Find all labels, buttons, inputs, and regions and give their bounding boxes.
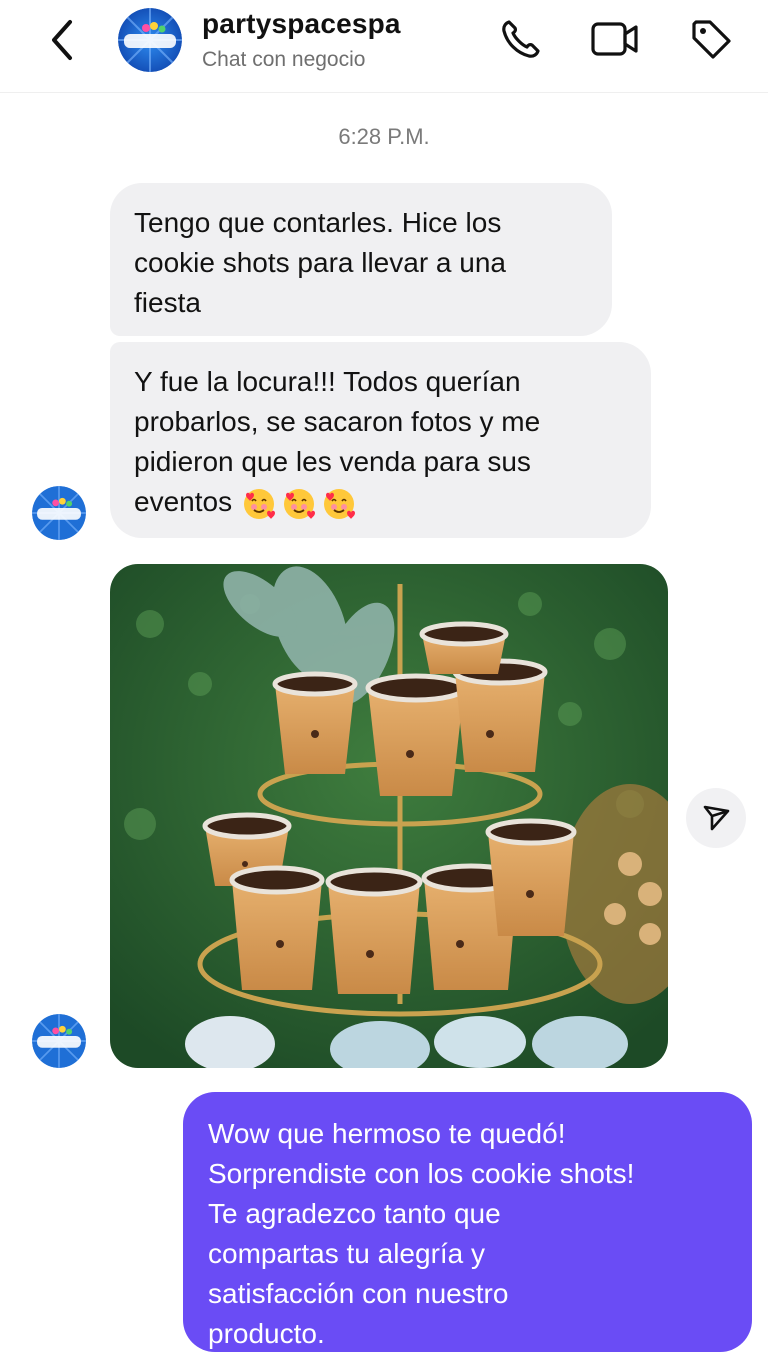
share-button[interactable]: [686, 788, 746, 848]
avatar[interactable]: [32, 1014, 86, 1068]
chat-username[interactable]: partyspacespa: [202, 8, 401, 40]
video-camera-icon[interactable]: [588, 14, 638, 64]
tag-icon[interactable]: [686, 14, 736, 64]
avatar[interactable]: [118, 8, 182, 72]
smiling-face-with-hearts-icon: [324, 488, 356, 519]
phone-icon[interactable]: [496, 14, 546, 64]
cookie-shots-photo[interactable]: [110, 564, 668, 1068]
smiling-face-with-hearts-icon: [244, 488, 276, 519]
received-message[interactable]: Tengo que contarles. Hice los cookie sho…: [110, 183, 612, 336]
avatar[interactable]: [32, 486, 86, 540]
emoji-group: [242, 486, 362, 519]
smiling-face-with-hearts-icon: [284, 488, 316, 519]
back-chevron-icon[interactable]: [44, 16, 84, 64]
message-timestamp: 6:28 P.M.: [338, 124, 430, 149]
chat-subtitle: Chat con negocio: [202, 48, 366, 71]
send-icon: [703, 805, 730, 831]
received-message[interactable]: Y fue la locura!!! Todos querían probarl…: [110, 342, 651, 538]
chat-header: partyspacespa Chat con negocio: [0, 0, 768, 93]
sent-message[interactable]: Wow que hermoso te quedó! Sorprendiste c…: [183, 1092, 752, 1352]
